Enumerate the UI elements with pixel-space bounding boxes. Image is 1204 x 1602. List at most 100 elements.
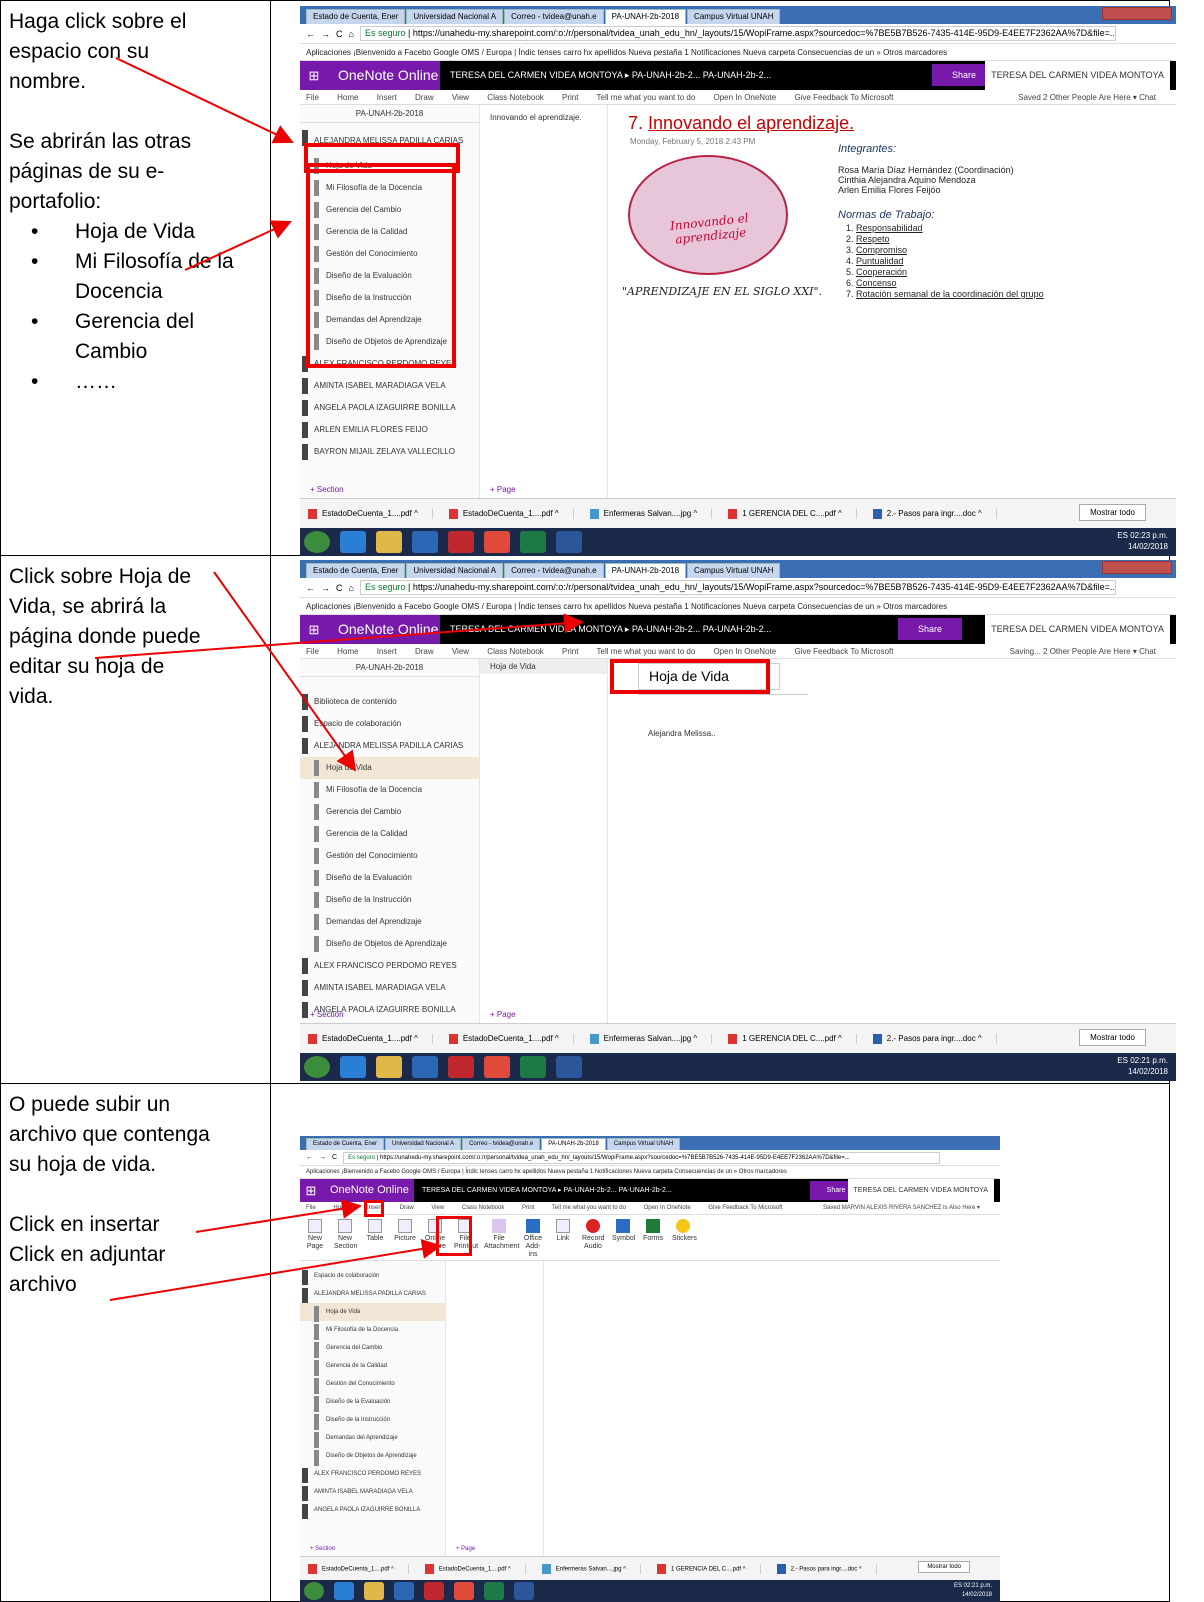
- section-item[interactable]: AMINTA ISABEL MARADIAGA VELA: [300, 375, 479, 397]
- window-controls[interactable]: [1102, 561, 1172, 574]
- media-icon[interactable]: [412, 531, 438, 553]
- excel-icon[interactable]: [484, 1582, 504, 1600]
- browser-tab-active[interactable]: PA-UNAH-2b-2018: [604, 563, 687, 578]
- page-item[interactable]: Diseño de la Evaluación: [300, 867, 479, 889]
- menu-home[interactable]: Home: [337, 93, 358, 102]
- tell-me-field[interactable]: Tell me what you want to do: [597, 647, 696, 656]
- section-item[interactable]: Espacio de colaboración: [300, 713, 479, 735]
- page-item[interactable]: Diseño de la Evaluación: [300, 1393, 445, 1412]
- browser-tab[interactable]: Estado de Cuenta, Ener: [306, 563, 406, 578]
- section-item[interactable]: ANGELA PAOLA IZAGUIRRE BONILLA: [300, 397, 479, 419]
- pdf-icon[interactable]: [448, 1056, 474, 1078]
- tell-me-field[interactable]: Tell me what you want to do: [597, 93, 696, 102]
- app-brand[interactable]: OneNote Online: [328, 615, 440, 644]
- page-item[interactable]: Gestión del Conocimiento: [300, 1375, 445, 1394]
- download-item[interactable]: EstadoDeCuenta_1....pdf ^: [308, 508, 433, 519]
- menu-file[interactable]: File: [306, 647, 319, 656]
- forward-icon[interactable]: →: [319, 1154, 326, 1161]
- notebook-title[interactable]: PA-UNAH-2b-2018: [300, 105, 479, 123]
- browser-tab[interactable]: Campus Virtual UNAH: [687, 563, 781, 578]
- record-audio-button[interactable]: Record Audio: [582, 1215, 605, 1260]
- app-brand[interactable]: OneNote Online: [328, 61, 440, 90]
- url-field[interactable]: Es seguro | https://unahedu-my.sharepoin…: [359, 26, 1116, 41]
- menu-view[interactable]: View: [452, 93, 469, 102]
- explorer-icon[interactable]: [376, 1056, 402, 1078]
- page-item[interactable]: Gerencia de la Calidad: [300, 1357, 445, 1376]
- user-name[interactable]: TERESA DEL CARMEN VIDEA MONTOYA: [985, 615, 1170, 644]
- start-icon[interactable]: [304, 531, 330, 553]
- menu-home[interactable]: Home: [337, 647, 358, 656]
- forms-button[interactable]: Forms: [642, 1215, 664, 1260]
- ie-icon[interactable]: [340, 531, 366, 553]
- bookmarks-bar[interactable]: Aplicaciones ¡Bienvenido a Facebo Google…: [300, 1166, 1000, 1179]
- page-item[interactable]: Mi Filosofía de la Docencia: [300, 1321, 445, 1340]
- page-item-selected[interactable]: Hoja de Vida: [300, 1303, 445, 1322]
- tell-me-field[interactable]: Tell me what you want to do: [552, 1205, 626, 1211]
- menu-insert[interactable]: Insert: [377, 93, 397, 102]
- app-launcher-icon[interactable]: ⊞: [300, 61, 328, 90]
- section-item[interactable]: Biblioteca de contenido: [300, 691, 479, 713]
- new-section-button[interactable]: New Section: [334, 1215, 357, 1260]
- page-canvas[interactable]: 7. Innovando el aprendizaje. Monday, Feb…: [608, 105, 1176, 498]
- section-item[interactable]: Espacio de colaboración: [300, 1267, 445, 1285]
- reload-icon[interactable]: C: [332, 1154, 337, 1161]
- back-icon[interactable]: ←: [306, 1154, 313, 1161]
- pdf-icon[interactable]: [448, 531, 474, 553]
- page-item[interactable]: Demandas del Aprendizaje: [300, 1429, 445, 1448]
- explorer-icon[interactable]: [376, 531, 402, 553]
- section-item[interactable]: BAYRON MIJAIL ZELAYA VALLECILLO: [300, 441, 479, 463]
- file-attachment-button[interactable]: File Attachment: [484, 1215, 519, 1260]
- explorer-icon[interactable]: [364, 1582, 384, 1600]
- menu-draw[interactable]: Draw: [400, 1205, 414, 1211]
- office-addins-button[interactable]: Office Add-ins: [522, 1215, 544, 1260]
- chrome-icon[interactable]: [484, 1056, 510, 1078]
- word-icon[interactable]: [556, 531, 582, 553]
- page-item[interactable]: Gerencia de la Calidad: [300, 823, 479, 845]
- browser-tab[interactable]: Estado de Cuenta, Ener: [306, 9, 406, 24]
- user-name[interactable]: TERESA DEL CARMEN VIDEA MONTOYA: [847, 1179, 994, 1202]
- menu-open-in-onenote[interactable]: Open In OneNote: [644, 1205, 691, 1211]
- section-item[interactable]: ALEX FRANCISCO PERDOMO REYES: [300, 1465, 445, 1483]
- chrome-icon[interactable]: [454, 1582, 474, 1600]
- new-page-button[interactable]: New Page: [304, 1215, 326, 1260]
- bookmarks-bar[interactable]: Aplicaciones ¡Bienvenido a Facebo Google…: [300, 598, 1176, 615]
- add-page-button[interactable]: + Page: [490, 485, 516, 494]
- bookmarks-bar[interactable]: Aplicaciones ¡Bienvenido a Facebo Google…: [300, 44, 1176, 61]
- page-item-selected[interactable]: Hoja de Vida: [300, 757, 479, 779]
- breadcrumb[interactable]: TERESA DEL CARMEN VIDEA MONTOYA ▸ PA-UNA…: [450, 615, 771, 644]
- section-item[interactable]: AMINTA ISABEL MARADIAGA VELA: [300, 977, 479, 999]
- browser-tab-active[interactable]: PA-UNAH-2b-2018: [604, 9, 687, 24]
- browser-tab[interactable]: Correo - tvidea@unah.e: [504, 563, 604, 578]
- ie-icon[interactable]: [340, 1056, 366, 1078]
- download-item[interactable]: 2.- Pasos para ingr....doc ^: [776, 1563, 877, 1574]
- download-item[interactable]: 1 GERENCIA DEL C....pdf ^: [728, 508, 857, 519]
- menu-class-notebook[interactable]: Class Notebook: [487, 647, 543, 656]
- menu-view[interactable]: View: [431, 1205, 444, 1211]
- reload-icon[interactable]: C: [336, 583, 343, 593]
- forward-icon[interactable]: →: [321, 29, 330, 39]
- download-item[interactable]: EstadoDeCuenta_1....pdf ^: [308, 1033, 433, 1044]
- show-all-button[interactable]: Mostrar todo: [918, 1561, 970, 1573]
- page-list-item[interactable]: Innovando el aprendizaje.: [480, 105, 607, 130]
- browser-tab-active[interactable]: PA-UNAH-2b-2018: [541, 1138, 606, 1150]
- section-open[interactable]: ALEJANDRA MELISSA PADILLA CARIAS: [300, 1285, 445, 1303]
- media-icon[interactable]: [412, 1056, 438, 1078]
- notebook-title[interactable]: PA-UNAH-2b-2018: [300, 659, 479, 677]
- page-canvas[interactable]: Hoja de Vida Alejandra Melissa..: [608, 659, 1176, 1023]
- menu-file[interactable]: File: [306, 93, 319, 102]
- back-icon[interactable]: ←: [306, 583, 315, 593]
- browser-tab[interactable]: Universidad Nacional A: [406, 563, 504, 578]
- section-item[interactable]: ALEX FRANCISCO PERDOMO REYES: [300, 955, 479, 977]
- browser-tab[interactable]: Estado de Cuenta, Ener: [306, 1138, 385, 1150]
- download-item[interactable]: 2.- Pasos para ingr....doc ^: [872, 508, 997, 519]
- menu-feedback[interactable]: Give Feedback To Microsoft: [794, 93, 893, 102]
- symbol-button[interactable]: Symbol: [612, 1215, 635, 1260]
- menu-home[interactable]: Home: [333, 1205, 349, 1211]
- excel-icon[interactable]: [520, 1056, 546, 1078]
- page-item[interactable]: Demandas del Aprendizaje: [300, 911, 479, 933]
- word-icon[interactable]: [514, 1582, 534, 1600]
- breadcrumb[interactable]: TERESA DEL CARMEN VIDEA MONTOYA ▸ PA-UNA…: [422, 1179, 672, 1202]
- app-launcher-icon[interactable]: ⊞: [300, 615, 328, 644]
- pdf-icon[interactable]: [424, 1582, 444, 1600]
- word-icon[interactable]: [556, 1056, 582, 1078]
